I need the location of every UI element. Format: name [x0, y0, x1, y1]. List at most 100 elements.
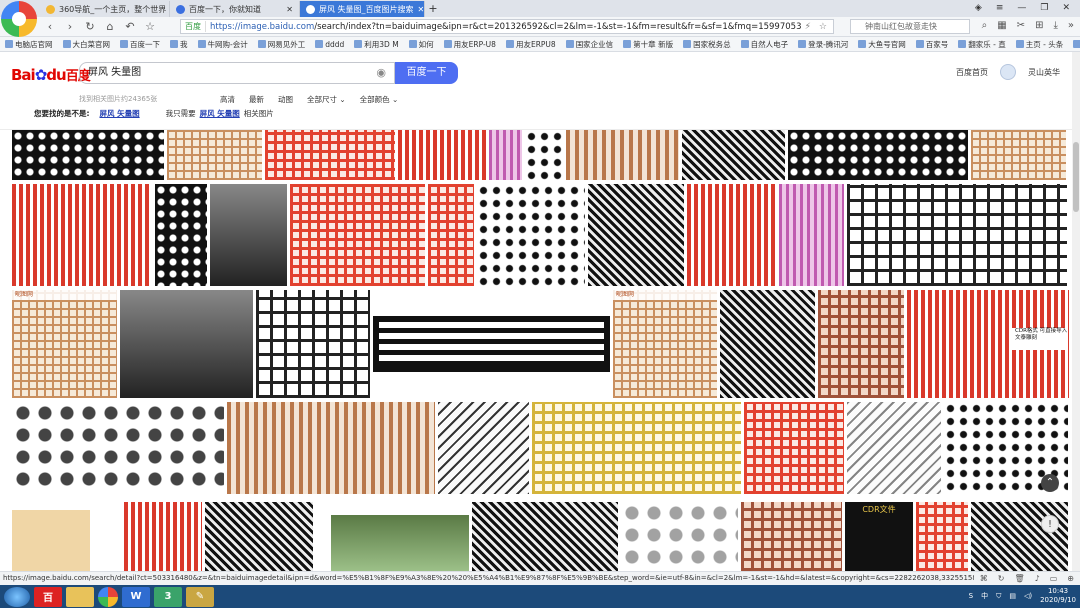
bookmark-item[interactable]: 用友ERPU8 — [501, 39, 561, 50]
skin-icon[interactable]: ◈ — [975, 0, 982, 16]
result-image[interactable] — [210, 184, 287, 286]
bookmark-item[interactable]: 翻家乐 - 直 — [953, 39, 1010, 50]
result-image[interactable] — [687, 184, 776, 286]
user-name[interactable]: 灵山英华 — [1028, 67, 1060, 78]
camera-icon[interactable]: ◉ — [376, 63, 386, 83]
result-image[interactable] — [124, 502, 202, 571]
download-icon[interactable]: ⤓ — [1053, 20, 1057, 31]
home-link[interactable]: 百度首页 — [956, 67, 988, 78]
result-image[interactable] — [155, 184, 207, 286]
volume-icon[interactable]: ♪ — [1035, 572, 1040, 585]
cut-icon[interactable]: ✂ — [1017, 20, 1025, 31]
result-image[interactable] — [525, 130, 563, 180]
close-icon[interactable]: ✕ — [286, 5, 293, 14]
suggest-link[interactable]: 屏风 矢量图 — [100, 108, 140, 119]
search-input[interactable]: 屏风 失量图 ◉ — [79, 62, 395, 84]
baidu-logo[interactable]: Bai✿du百度 — [11, 65, 91, 84]
star-icon[interactable]: ☆ — [140, 20, 160, 33]
bookmark-item[interactable]: 国家企业信 — [561, 39, 619, 50]
close-icon[interactable]: ✕ — [418, 5, 424, 14]
result-image[interactable]: 昵图网 — [12, 290, 117, 398]
browser-taskbar-icon[interactable] — [98, 586, 118, 607]
forward-icon[interactable]: › — [60, 20, 80, 33]
close-window-icon[interactable]: ✕ — [1062, 0, 1070, 16]
result-image[interactable]: CDR文件 — [845, 502, 913, 571]
feedback-icon[interactable]: ! — [1041, 515, 1059, 533]
bookmark-item[interactable]: 大鱼号官网 — [853, 39, 911, 50]
result-image[interactable]: 昵图网 — [613, 290, 717, 398]
reader-icon[interactable]: ⌘ — [980, 572, 988, 585]
result-image[interactable] — [588, 184, 684, 286]
result-image[interactable] — [720, 290, 815, 398]
filter-option[interactable]: 高清 — [220, 94, 235, 105]
bookmark-item[interactable]: 百度一下 — [115, 39, 165, 50]
undo-icon[interactable]: ↶ — [120, 20, 140, 33]
wps-icon[interactable]: W — [122, 586, 150, 607]
bookmark-item[interactable]: 第十章 新版 — [618, 39, 678, 50]
apps-icon[interactable]: ▦ — [997, 20, 1006, 31]
result-image[interactable] — [532, 402, 741, 494]
reload-icon[interactable]: ↻ — [80, 20, 100, 33]
side-search-input[interactable]: 钟南山红包故意走快 — [850, 19, 970, 34]
bookmark-item[interactable]: 网易见外工 — [253, 39, 311, 50]
result-image[interactable] — [12, 510, 90, 571]
result-image[interactable] — [788, 130, 968, 180]
result-image[interactable] — [477, 184, 585, 286]
tab-baidu[interactable]: 百度一下，你就知道 ✕ — [170, 1, 300, 17]
taskbar-app-3[interactable]: 3 — [154, 586, 182, 607]
bolt-icon[interactable]: ⚡ — [805, 22, 811, 32]
start-icon[interactable] — [4, 586, 30, 607]
result-image[interactable] — [256, 290, 370, 398]
antivirus-icon[interactable]: S — [969, 592, 973, 600]
home-icon[interactable]: ⌂ — [100, 20, 120, 33]
scrollbar-thumb[interactable] — [1073, 142, 1079, 212]
result-image[interactable]: CDR格式 可直接导入文泰雕刻 — [907, 290, 1069, 398]
zoom-icon[interactable]: ⊕ — [1067, 572, 1074, 585]
result-image[interactable] — [621, 502, 738, 571]
pen-tool-icon[interactable]: ✎ — [186, 586, 214, 607]
new-tab-button[interactable]: + — [425, 1, 441, 17]
bookmark-item[interactable]: 我 — [165, 39, 193, 50]
result-image[interactable] — [12, 402, 224, 494]
result-image[interactable] — [438, 402, 529, 494]
bookmark-item[interactable]: 主页 - 头条 — [1011, 39, 1068, 50]
refresh-icon[interactable]: ↻ — [998, 572, 1005, 585]
scrollbar[interactable] — [1072, 52, 1080, 571]
result-image[interactable] — [373, 316, 610, 372]
shield-icon[interactable]: ⛉ — [996, 592, 1001, 601]
menu-icon[interactable]: ≡ — [996, 0, 1004, 16]
result-image[interactable] — [847, 184, 1067, 286]
avatar[interactable] — [1000, 64, 1016, 80]
result-image[interactable] — [205, 502, 313, 571]
result-image[interactable] — [741, 502, 842, 571]
folder-icon[interactable] — [66, 586, 94, 607]
suggest-link-2[interactable]: 屏风 矢量图 — [200, 108, 240, 119]
bookmark-item[interactable]: 牛网购-会计 — [193, 39, 253, 50]
result-image[interactable] — [847, 402, 941, 494]
bookmark-item[interactable]: dddd — [310, 40, 349, 49]
ime-indicator[interactable]: 中 — [981, 591, 988, 601]
tab-360-nav[interactable]: 360导航_一个主页，整个世界✕ — [40, 1, 170, 17]
speaker-icon[interactable]: ◁) — [1024, 592, 1032, 600]
result-image[interactable] — [779, 184, 844, 286]
more-icon[interactable]: » — [1068, 20, 1074, 31]
taskbar-app-baidu[interactable]: 百 — [34, 586, 62, 607]
tab-image-search[interactable]: 屏风 失量图_百度图片搜索 ✕ — [300, 1, 425, 17]
bookmark-item[interactable]: 登录-腾讯河 — [793, 39, 853, 50]
trash-icon[interactable]: 🗑 — [1014, 572, 1024, 585]
filter-option[interactable]: 动图 — [278, 94, 293, 105]
minimize-icon[interactable]: — — [1017, 0, 1026, 16]
result-image[interactable] — [916, 502, 968, 571]
bookmark-item[interactable]: 大白菜官网 — [58, 39, 116, 50]
back-to-top-icon[interactable]: ⌃ — [1041, 474, 1059, 492]
result-image[interactable] — [744, 402, 844, 494]
clock[interactable]: 10:43 2020/9/10 — [1040, 587, 1076, 605]
extensions-icon[interactable]: ⊞ — [1035, 20, 1043, 31]
result-image[interactable] — [227, 402, 435, 494]
filter-option[interactable]: 全部颜色 ⌄ — [360, 94, 399, 105]
bookmark-star-icon[interactable]: ☆ — [819, 22, 827, 32]
bookmark-item[interactable]: 自然人电子 — [736, 39, 794, 50]
result-image[interactable] — [682, 130, 785, 180]
bookmark-item[interactable]: 国家税务总 — [678, 39, 736, 50]
bookmark-item[interactable]: 利用3D M — [349, 39, 403, 50]
